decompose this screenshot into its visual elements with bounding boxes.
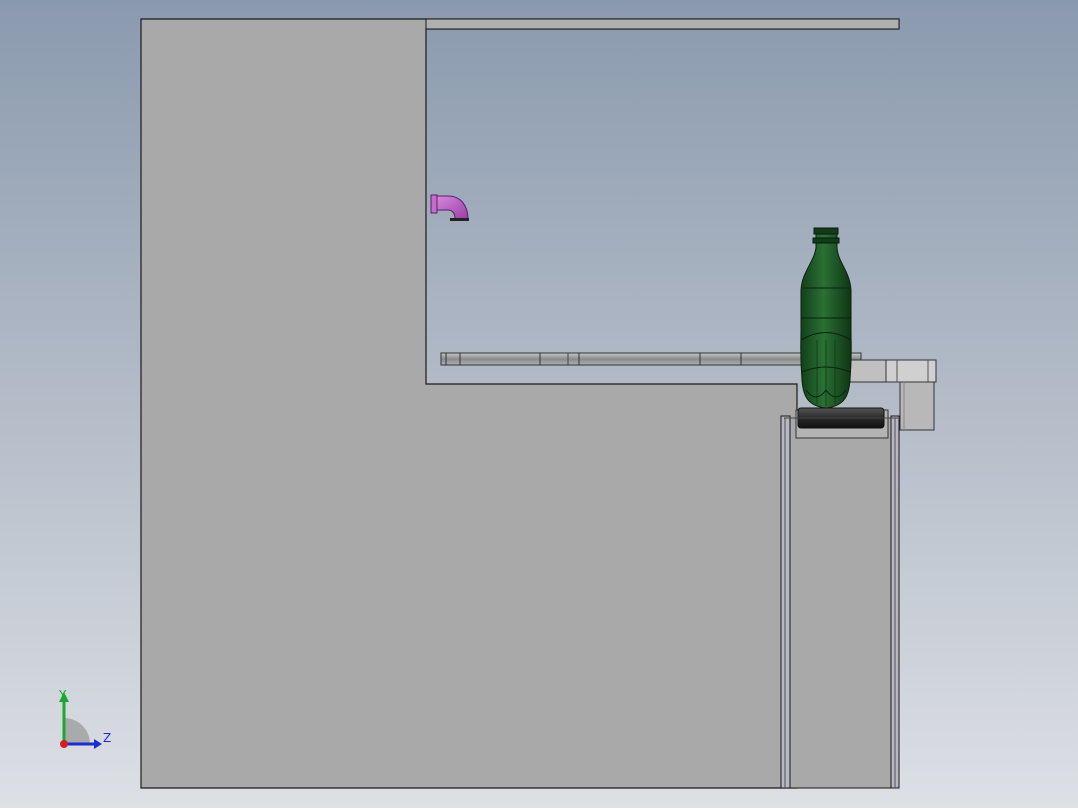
- conveyor-roller: [784, 407, 898, 439]
- graphics-viewport[interactable]: Y Z: [0, 0, 1078, 808]
- support-column: [789, 417, 892, 789]
- top-lip: [425, 18, 900, 30]
- conveyor-rail: [440, 352, 862, 366]
- z-axis-arrowhead: [94, 739, 102, 749]
- model-view[interactable]: [0, 0, 1078, 808]
- z-axis-label: Z: [103, 731, 112, 745]
- y-axis-label: Y: [59, 688, 67, 702]
- triad-plane-indicator: [64, 718, 90, 744]
- origin-marker: [60, 740, 68, 748]
